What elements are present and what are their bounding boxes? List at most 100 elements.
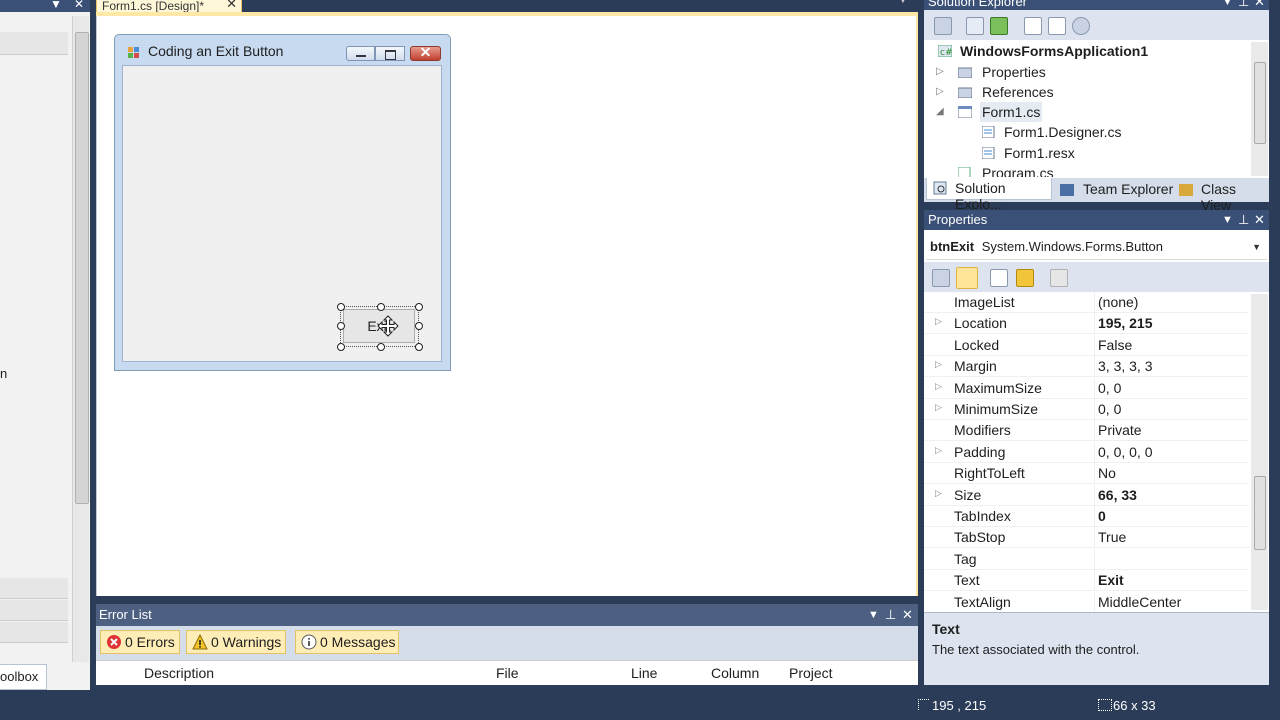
tree-item-form1-resx[interactable]: Form1.resx	[936, 143, 1256, 163]
property-value[interactable]: 3, 3, 3, 3	[1098, 358, 1152, 374]
tree-item-project[interactable]: c# WindowsFormsApplication1	[936, 41, 1256, 61]
solution-explorer-scrollbar[interactable]	[1251, 42, 1268, 176]
object-selector[interactable]: btnExit System.Windows.Forms.Button ▼	[926, 234, 1267, 260]
properties-view-icon[interactable]	[990, 269, 1008, 287]
property-value[interactable]: 0, 0	[1098, 380, 1121, 396]
expand-arrow-icon[interactable]: ▷	[935, 445, 942, 456]
tab-toolbox[interactable]: oolbox	[0, 664, 47, 690]
toolbox-group[interactable]	[0, 578, 68, 599]
properties-icon[interactable]	[934, 17, 952, 35]
close-icon[interactable]: ✕	[1254, 0, 1265, 8]
pin-icon[interactable]: ⊥	[1238, 210, 1249, 230]
property-row[interactable]: Modifiers Private	[924, 420, 1249, 442]
tree-item-form1-designer[interactable]: Form1.Designer.cs	[936, 122, 1256, 142]
property-row[interactable]: Text Exit	[924, 570, 1249, 592]
resize-handle[interactable]	[337, 303, 345, 311]
collapse-arrow-icon[interactable]: ◢	[936, 102, 944, 122]
column-description[interactable]: Description	[144, 665, 214, 681]
expand-arrow-icon[interactable]: ▷	[935, 402, 942, 413]
property-row[interactable]: ▷ MinimumSize 0, 0	[924, 399, 1249, 420]
categorized-icon[interactable]	[932, 269, 950, 287]
tree-item-properties[interactable]: ▷ Properties	[936, 62, 1256, 82]
errors-filter-button[interactable]: 0 Errors	[100, 630, 180, 654]
toolbox-group[interactable]	[0, 32, 68, 55]
expand-arrow-icon[interactable]: ▷	[935, 316, 942, 327]
minimize-button[interactable]	[346, 46, 375, 61]
close-icon[interactable]: ✕	[1254, 210, 1265, 230]
expand-arrow-icon[interactable]: ▷	[935, 381, 942, 392]
property-value[interactable]: 195, 215	[1098, 315, 1153, 331]
property-value[interactable]: True	[1098, 529, 1126, 545]
tab-team-explorer[interactable]: Team Explorer	[1083, 181, 1173, 197]
property-pages-icon[interactable]	[1050, 269, 1068, 287]
warnings-filter-button[interactable]: 0 Warnings	[186, 630, 286, 654]
property-value[interactable]: False	[1098, 337, 1132, 353]
toolbox-group[interactable]	[0, 600, 68, 621]
tree-item-references[interactable]: ▷ References	[936, 82, 1256, 102]
resize-handle[interactable]	[337, 343, 345, 351]
property-value[interactable]: 0	[1098, 508, 1106, 524]
form-close-button[interactable]: ✕	[410, 44, 441, 61]
property-row[interactable]: RightToLeft No	[924, 463, 1249, 485]
column-column[interactable]: Column	[711, 665, 759, 681]
property-row[interactable]: Tag	[924, 548, 1249, 570]
pin-icon[interactable]: ⊥	[885, 604, 896, 626]
expand-arrow-icon[interactable]: ▷	[935, 359, 942, 370]
close-icon[interactable]: ✕	[902, 604, 913, 626]
property-value[interactable]: 0, 0	[1098, 401, 1121, 417]
maximize-button[interactable]	[375, 46, 405, 61]
property-row[interactable]: ▷ Padding 0, 0, 0, 0	[924, 441, 1249, 463]
property-row[interactable]: TextAlign MiddleCenter	[924, 591, 1249, 612]
close-icon[interactable]: ✕	[74, 0, 84, 10]
column-file[interactable]: File	[496, 665, 519, 681]
property-value[interactable]: MiddleCenter	[1098, 594, 1181, 610]
class-diagram-icon[interactable]	[1072, 17, 1090, 35]
tab-solution-explorer[interactable]: Solution Explo...	[926, 178, 1052, 212]
scrollbar-thumb[interactable]	[1254, 476, 1266, 550]
property-row[interactable]: Locked False	[924, 334, 1249, 356]
expand-arrow-icon[interactable]: ▷	[935, 488, 942, 499]
property-value[interactable]: 66, 33	[1098, 487, 1137, 503]
property-row[interactable]: ▷ Margin 3, 3, 3, 3	[924, 356, 1249, 378]
column-line[interactable]: Line	[631, 665, 657, 681]
expand-arrow-icon[interactable]: ▷	[936, 82, 944, 102]
resize-handle[interactable]	[337, 322, 345, 330]
property-value[interactable]: 0, 0, 0, 0	[1098, 444, 1152, 460]
resize-handle[interactable]	[415, 303, 423, 311]
scrollbar-thumb[interactable]	[75, 32, 89, 504]
properties-scrollbar[interactable]	[1251, 294, 1268, 610]
tab-class-view[interactable]: Class View	[1201, 181, 1269, 213]
chevron-down-icon[interactable]: ▼	[1252, 234, 1261, 260]
resize-handle[interactable]	[415, 343, 423, 351]
property-row[interactable]: ▷ MaximumSize 0, 0	[924, 377, 1249, 399]
property-row[interactable]: ▷ Size 66, 33	[924, 484, 1249, 506]
toolbox-scrollbar[interactable]	[72, 16, 89, 662]
property-row[interactable]: TabIndex 0	[924, 506, 1249, 527]
chevron-down-icon[interactable]: ▼	[898, 0, 908, 6]
resize-handle[interactable]	[415, 322, 423, 330]
property-row[interactable]: TabStop True	[924, 527, 1249, 549]
resize-handle[interactable]	[377, 303, 385, 311]
property-row[interactable]: ▷ Location 195, 215	[924, 313, 1249, 335]
expand-arrow-icon[interactable]: ▷	[936, 62, 944, 82]
view-designer-icon[interactable]	[1048, 17, 1066, 35]
messages-filter-button[interactable]: 0 Messages	[295, 630, 399, 654]
column-project[interactable]: Project	[789, 665, 833, 681]
property-value[interactable]: (none)	[1098, 294, 1138, 310]
property-value[interactable]: Exit	[1098, 572, 1124, 588]
toolbox-item-fragment[interactable]: n	[0, 366, 7, 381]
pin-icon[interactable]: ⊥	[1238, 0, 1249, 8]
dropdown-icon[interactable]: ▼	[868, 604, 879, 626]
events-icon[interactable]	[1016, 269, 1034, 287]
resize-handle[interactable]	[377, 343, 385, 351]
close-icon[interactable]: ✕	[226, 0, 237, 10]
tree-item-program[interactable]: Program.cs	[936, 163, 1256, 177]
view-code-icon[interactable]	[1024, 17, 1042, 35]
dropdown-icon[interactable]: ▼	[50, 0, 62, 10]
refresh-icon[interactable]	[990, 17, 1008, 35]
scrollbar-thumb[interactable]	[1254, 62, 1266, 144]
property-value[interactable]: No	[1098, 465, 1116, 481]
alphabetical-icon[interactable]	[956, 267, 978, 289]
dropdown-icon[interactable]: ▼	[1222, 0, 1233, 8]
toolbox-group[interactable]	[0, 622, 68, 643]
